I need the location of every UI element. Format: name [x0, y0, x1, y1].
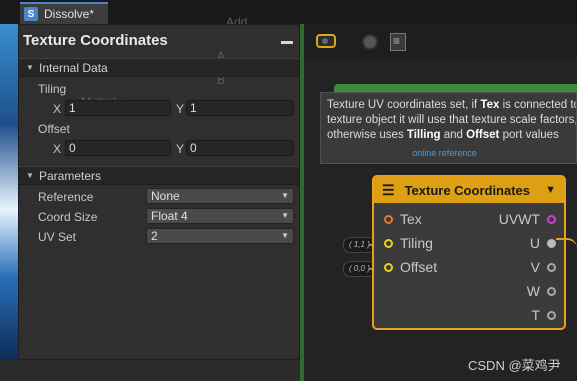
tiling-label: Tiling [38, 82, 67, 96]
graph-toolbar [304, 24, 577, 59]
w-output-label: W [526, 283, 540, 299]
port-row-tiling: Tiling U [374, 234, 564, 254]
w-output-pin[interactable] [547, 287, 556, 296]
tooltip-line-3: otherwise uses Tilling and Offset port v… [327, 129, 559, 141]
camera-icon[interactable] [316, 34, 336, 48]
t-output-label: T [531, 307, 540, 323]
coord-size-label: Coord Size [38, 210, 98, 224]
tab-title: Dissolve* [44, 7, 95, 21]
u-output-pin[interactable] [547, 239, 556, 248]
minimize-icon[interactable] [281, 41, 293, 44]
tex-input-label: Tex [400, 211, 422, 227]
tiling-y-field[interactable]: 1 [186, 100, 294, 116]
shader-icon: S [24, 7, 38, 21]
expand-triangle-icon: ▼ [26, 171, 34, 180]
offset-label: Offset [38, 122, 70, 136]
collapse-arrow-icon[interactable]: ▼ [545, 184, 556, 196]
offset-input-pin[interactable] [384, 263, 393, 272]
uv-set-label: UV Set [38, 230, 77, 244]
t-output-pin[interactable] [547, 311, 556, 320]
port-row-offset: Offset V [374, 258, 564, 278]
dropdown-caret-icon: ▼ [281, 211, 289, 220]
document-icon[interactable] [390, 33, 406, 51]
u-output-label: U [529, 235, 540, 251]
menu-icon: ☰ [382, 181, 395, 198]
tiling-input-label: Tiling [400, 235, 433, 251]
uv-set-value: 2 [151, 229, 158, 243]
tab-dissolve[interactable]: S Dissolve* [20, 2, 109, 24]
texture-coordinates-node[interactable]: ☰ Texture Coordinates ▼ Tex UVWT Tiling … [372, 175, 566, 330]
v-output-label: V [530, 259, 540, 275]
section-parameters[interactable]: ▼ Parameters [19, 166, 299, 185]
tex-input-pin[interactable] [384, 215, 393, 224]
tiling-x-field[interactable]: 1 [65, 100, 171, 116]
port-row-w: W [374, 282, 564, 302]
section-internal-label: Internal Data [39, 61, 108, 75]
tooltip-line-2: texture object it will use that texture … [327, 114, 577, 126]
reference-dropdown[interactable]: None ▼ [146, 188, 294, 204]
offset-y-field[interactable]: 0 [186, 140, 294, 156]
reference-label: Reference [38, 190, 94, 204]
port-row-t: T [374, 306, 564, 326]
tab-bar: S Dissolve* [0, 0, 577, 24]
node-header[interactable]: ☰ Texture Coordinates ▼ [374, 177, 564, 203]
tiling-x-label: X [53, 102, 62, 116]
dropdown-caret-icon: ▼ [281, 231, 289, 240]
uvwt-output-label: UVWT [498, 211, 540, 227]
scene-preview [0, 22, 18, 362]
section-internal-data[interactable]: ▼ Internal Data [19, 58, 299, 77]
online-reference-link[interactable]: online reference [327, 146, 562, 161]
node-properties-panel: A B Multiply Texture Coordinates ▼ Inter… [18, 24, 300, 360]
port-row-tex: Tex UVWT [374, 210, 564, 230]
offset-x-label: X [53, 142, 62, 156]
offset-y-label: Y [176, 142, 185, 156]
coord-size-dropdown[interactable]: Float 4 ▼ [146, 208, 294, 224]
dropdown-caret-icon: ▼ [281, 191, 289, 200]
preview-sphere-icon[interactable] [362, 34, 378, 50]
tiling-y-label: Y [176, 102, 185, 116]
reference-value: None [151, 189, 180, 203]
node-tooltip: Texture UV coordinates set, if Tex is co… [320, 92, 577, 164]
offset-input-label: Offset [400, 259, 438, 275]
uv-set-dropdown[interactable]: 2 ▼ [146, 228, 294, 244]
uvwt-output-pin[interactable] [547, 215, 556, 224]
coord-size-value: Float 4 [151, 209, 188, 223]
offset-x-field[interactable]: 0 [65, 140, 171, 156]
expand-triangle-icon: ▼ [26, 63, 34, 72]
status-strip [0, 360, 300, 381]
node-title: Texture Coordinates [404, 182, 531, 198]
tooltip-line-1: Texture UV coordinates set, if Tex is co… [327, 99, 576, 111]
section-parameters-label: Parameters [39, 169, 102, 183]
v-output-pin[interactable] [547, 263, 556, 272]
tiling-input-pin[interactable] [384, 239, 393, 248]
watermark: CSDN @菜鸡尹 [468, 358, 561, 373]
panel-title: Texture Coordinates [23, 32, 168, 49]
